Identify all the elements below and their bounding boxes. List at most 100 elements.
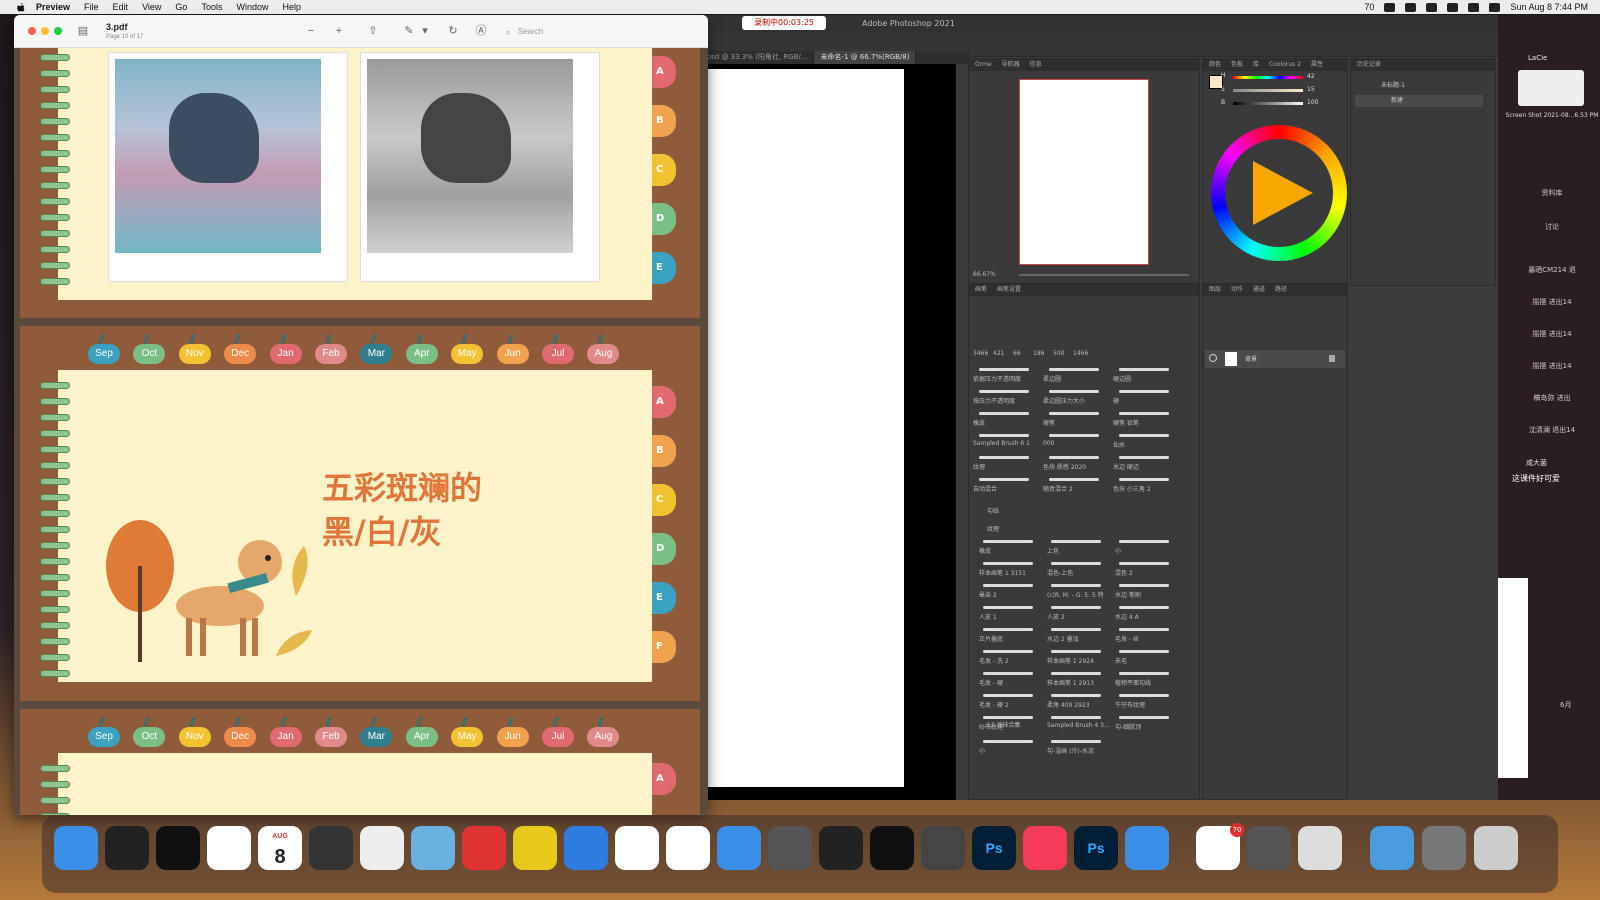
- brush-item[interactable]: 随意混合 2: [1043, 484, 1073, 494]
- brush-item[interactable]: 禾毛: [1115, 656, 1127, 666]
- side-tab-d[interactable]: D: [652, 533, 676, 565]
- canvas-document[interactable]: [694, 69, 904, 787]
- layer-row-background[interactable]: 背景: [1205, 350, 1345, 368]
- brush-item[interactable]: 硬笔 铅笔: [1113, 418, 1139, 428]
- menu-tools[interactable]: Tools: [201, 2, 222, 12]
- rotate-icon[interactable]: ↻: [446, 24, 460, 38]
- history-item-new[interactable]: 新建: [1355, 95, 1483, 107]
- brightness-value[interactable]: 100: [1307, 99, 1318, 106]
- zoom-readout[interactable]: 66.67%: [973, 271, 996, 278]
- close-button[interactable]: [28, 27, 36, 35]
- pdf-content[interactable]: ABCDE Sep Oct Nov Dec Jan Feb Mar Apr May Jun Jul A…: [14, 48, 708, 815]
- brush-item[interactable]: 橡皮: [979, 546, 991, 556]
- brightness-slider[interactable]: [1233, 102, 1303, 105]
- brush-item[interactable]: 橡皮: [973, 418, 985, 428]
- brush-item[interactable]: 硬边圆: [1113, 374, 1131, 384]
- side-tab-c[interactable]: C: [652, 154, 676, 186]
- side-tab-e[interactable]: E: [652, 252, 676, 284]
- music-icon[interactable]: [1023, 826, 1067, 870]
- tab-coolorus[interactable]: Coolorus 2: [1269, 59, 1301, 71]
- documents-icon[interactable]: [1422, 826, 1466, 870]
- brush-item[interactable]: 水边 笔刷: [1115, 590, 1141, 600]
- brush-item[interactable]: 水边 2 叠加: [1047, 634, 1079, 644]
- month-tab-oct[interactable]: Oct: [133, 344, 166, 364]
- qsearch-icon[interactable]: [156, 826, 200, 870]
- brush-item[interactable]: 小: [1115, 546, 1121, 556]
- brush-group[interactable]: 纹理: [987, 524, 999, 534]
- apple-icon[interactable]: [14, 2, 28, 12]
- brush-item[interactable]: 按压力不透明度: [973, 396, 1015, 406]
- recording-indicator[interactable]: 录制中00:03:25: [742, 16, 826, 30]
- zoom-button[interactable]: [54, 27, 62, 35]
- system-prefs-icon[interactable]: [1247, 826, 1291, 870]
- sidebar-toggle-icon[interactable]: ▤: [76, 24, 90, 38]
- tab-properties[interactable]: 属性: [1311, 59, 1323, 71]
- folder-icon[interactable]: [1370, 826, 1414, 870]
- month-tab-oct[interactable]: Oct: [133, 727, 166, 747]
- tab-info[interactable]: 信息: [1030, 59, 1042, 71]
- brush-item[interactable]: 水边 4 A: [1115, 612, 1139, 622]
- trash-icon[interactable]: [1474, 826, 1518, 870]
- month-tab-sep[interactable]: Sep: [88, 727, 120, 747]
- brush-item[interactable]: (c)R. M. - G. 5. 5 特: [1047, 590, 1104, 600]
- month-tab-sep[interactable]: Sep: [88, 344, 120, 364]
- side-tab-c[interactable]: C: [652, 484, 676, 516]
- brush-item[interactable]: 硬: [1113, 396, 1119, 406]
- tab-brush-settings[interactable]: 画笔设置: [997, 284, 1021, 296]
- tab-channels[interactable]: 通道: [1253, 284, 1265, 296]
- month-tab-apr[interactable]: Apr: [405, 344, 438, 364]
- brush-item[interactable]: 毛发 - 洗 2: [979, 656, 1009, 666]
- month-tab-jan[interactable]: Jan: [269, 727, 302, 747]
- brush-item[interactable]: 自动混合: [973, 484, 997, 494]
- chat-item[interactable]: 资料库: [1504, 188, 1600, 198]
- month-tab-jul[interactable]: Jul: [542, 727, 574, 747]
- saturation-slider[interactable]: [1233, 89, 1303, 92]
- brush-item[interactable]: Sampled Brush 4 3...: [1047, 722, 1110, 732]
- side-tab-d[interactable]: D: [652, 203, 676, 235]
- brush-item[interactable]: 仙水: [1113, 440, 1125, 450]
- brush-item[interactable]: 上色: [1047, 546, 1059, 556]
- tab-navigator[interactable]: 导航器: [1002, 59, 1020, 71]
- cyberduck-icon[interactable]: [360, 826, 404, 870]
- flash-icon[interactable]: [1125, 826, 1169, 870]
- minimize-button[interactable]: [41, 27, 49, 35]
- side-tab-e[interactable]: E: [652, 582, 676, 614]
- brush-item[interactable]: 水边 硬边: [1113, 462, 1139, 472]
- brush-item[interactable]: 硬笔: [1043, 418, 1055, 428]
- brush-item[interactable]: 混色-上色: [1047, 568, 1073, 578]
- brush-item[interactable]: 毛发 - 硬 2: [979, 700, 1009, 710]
- brush-item[interactable]: 色块 质感 2020: [1043, 462, 1086, 472]
- month-tab-nov[interactable]: Nov: [178, 344, 211, 364]
- brush-item[interactable]: Sampled Brush 6 1: [973, 440, 1030, 450]
- brush-item[interactable]: 纱布纹理: [979, 722, 1003, 732]
- wifi-icon[interactable]: [1447, 2, 1459, 12]
- month-tab-jun[interactable]: Jun: [496, 344, 529, 364]
- tweetbot-icon[interactable]: [717, 826, 761, 870]
- side-tab-b[interactable]: B: [652, 105, 676, 137]
- brush-item[interactable]: 纹理: [973, 462, 985, 472]
- side-tab-a[interactable]: A: [652, 56, 676, 88]
- brush-preset[interactable]: 1466: [1073, 350, 1088, 360]
- photos-app-icon[interactable]: [666, 826, 710, 870]
- lacie-drive-icon[interactable]: [1518, 70, 1584, 106]
- brush-item[interactable]: 柔边圆: [1043, 374, 1061, 384]
- lime-app-icon[interactable]: [513, 826, 557, 870]
- menu-window[interactable]: Window: [236, 2, 268, 12]
- brush-item[interactable]: 柔边圆压力大小: [1043, 396, 1085, 406]
- side-tab-a[interactable]: A: [652, 386, 676, 418]
- brush-preset[interactable]: 186: [1033, 350, 1044, 360]
- hue-value[interactable]: 42: [1307, 73, 1315, 80]
- netease-music-icon[interactable]: [462, 826, 506, 870]
- brush-item[interactable]: 样本画笔 1 2913: [1047, 678, 1094, 688]
- tab-actions[interactable]: 动作: [1231, 284, 1243, 296]
- brush-group[interactable]: 勾线: [987, 506, 999, 516]
- launchpad-windows-icon[interactable]: [105, 826, 149, 870]
- brush-item[interactable]: 混色 2: [1115, 568, 1133, 578]
- battery-icon[interactable]: [1384, 2, 1396, 12]
- visibility-eye-icon[interactable]: [1209, 354, 1217, 362]
- brush-item[interactable]: 样本画笔 1 2924: [1047, 656, 1094, 666]
- chat-item[interactable]: 摇摆 进出14: [1504, 329, 1600, 339]
- brush-preset[interactable]: 500: [1053, 350, 1064, 360]
- menu-go[interactable]: Go: [175, 2, 187, 12]
- side-tab-b[interactable]: B: [652, 435, 676, 467]
